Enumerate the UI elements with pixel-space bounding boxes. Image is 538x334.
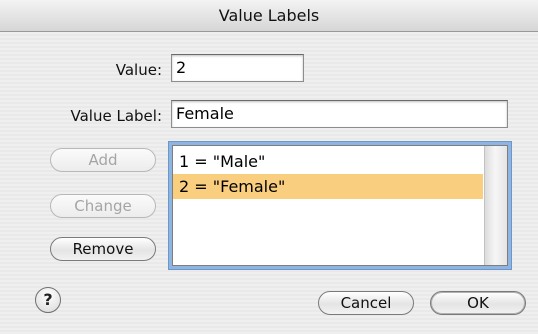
add-button[interactable]: Add bbox=[50, 148, 156, 172]
value-label-input[interactable]: Female bbox=[171, 100, 508, 128]
question-mark-icon: ? bbox=[43, 290, 53, 309]
ok-button[interactable]: OK bbox=[430, 291, 526, 315]
value-label: Value: bbox=[115, 61, 162, 79]
list-scrollbar[interactable] bbox=[484, 146, 507, 265]
window-title: Value Labels bbox=[0, 0, 538, 32]
help-button[interactable]: ? bbox=[35, 287, 61, 313]
value-label-label: Value Label: bbox=[70, 107, 162, 125]
value-labels-list[interactable]: 1 = "Male" 2 = "Female" bbox=[172, 145, 508, 266]
list-item-selected[interactable]: 2 = "Female" bbox=[173, 174, 483, 199]
value-labels-dialog: Value Labels Value: 2 Value Label: Femal… bbox=[0, 0, 538, 334]
value-input[interactable]: 2 bbox=[171, 54, 304, 82]
remove-button[interactable]: Remove bbox=[50, 237, 156, 261]
change-button[interactable]: Change bbox=[50, 194, 156, 218]
cancel-button[interactable]: Cancel bbox=[318, 291, 414, 315]
list-item[interactable]: 1 = "Male" bbox=[173, 149, 483, 174]
